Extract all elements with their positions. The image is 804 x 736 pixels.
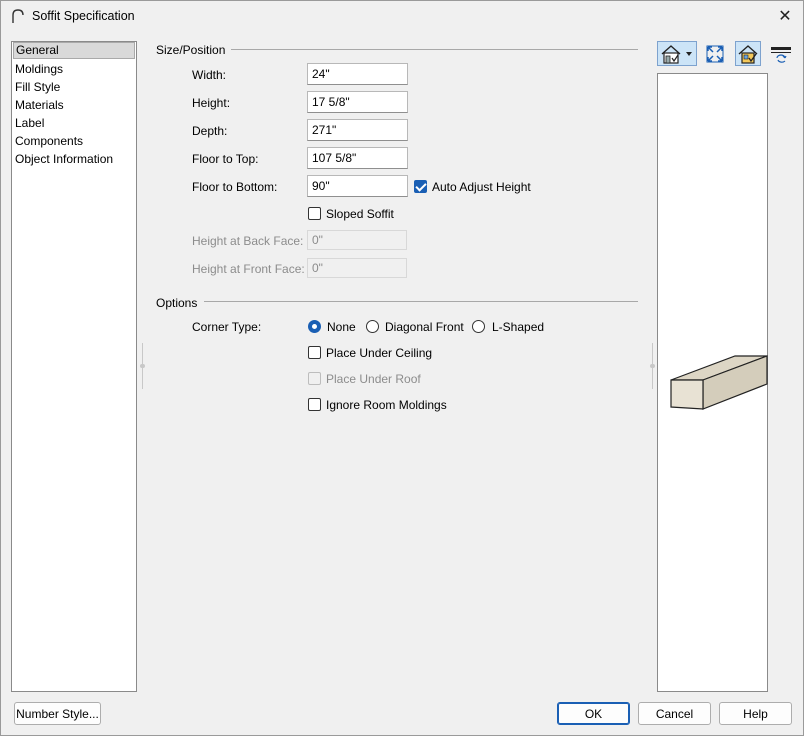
corner-type-l-shaped-label[interactable]: L-Shaped bbox=[492, 320, 544, 334]
depth-label: Depth: bbox=[192, 124, 228, 138]
auto-adjust-height-checkbox[interactable] bbox=[414, 180, 427, 193]
sloped-soffit-label[interactable]: Sloped Soffit bbox=[326, 207, 394, 221]
ignore-room-moldings-label[interactable]: Ignore Room Moldings bbox=[326, 398, 447, 412]
sidebar-item-moldings[interactable]: Moldings bbox=[13, 61, 135, 78]
sidebar-item-label[interactable]: Label bbox=[13, 115, 135, 132]
corner-type-none-radio[interactable] bbox=[308, 320, 321, 333]
place-under-roof-checkbox bbox=[308, 372, 321, 385]
soffit-specification-dialog: Soffit Specification ✕ General Moldings … bbox=[0, 0, 804, 736]
sidebar-item-general[interactable]: General bbox=[13, 42, 135, 59]
sidebar-item-object-information[interactable]: Object Information bbox=[13, 151, 135, 168]
view-angle-icon bbox=[661, 44, 692, 64]
window-title: Soffit Specification bbox=[32, 9, 135, 23]
category-list: General Moldings Fill Style Materials La… bbox=[11, 41, 137, 692]
height-back-face-field: 0" bbox=[307, 230, 407, 250]
height-field[interactable]: 17 5/8" bbox=[307, 91, 408, 113]
corner-type-label: Corner Type: bbox=[192, 320, 262, 334]
height-front-face-label: Height at Front Face: bbox=[192, 262, 305, 276]
right-splitter-handle[interactable] bbox=[650, 343, 655, 389]
cancel-button[interactable]: Cancel bbox=[638, 702, 711, 725]
left-splitter-handle[interactable] bbox=[140, 343, 145, 389]
floor-to-top-label: Floor to Top: bbox=[192, 152, 259, 166]
help-button[interactable]: Help bbox=[719, 702, 792, 725]
color-house-icon bbox=[738, 44, 758, 64]
close-icon: ✕ bbox=[778, 8, 792, 25]
color-house-button[interactable] bbox=[735, 41, 761, 66]
sidebar-item-fill-style[interactable]: Fill Style bbox=[13, 79, 135, 96]
preview-pane[interactable] bbox=[657, 73, 768, 692]
width-field[interactable]: 24" bbox=[307, 63, 408, 85]
size-position-divider bbox=[231, 49, 638, 50]
fit-view-button[interactable] bbox=[703, 41, 727, 66]
sidebar-item-materials[interactable]: Materials bbox=[13, 97, 135, 114]
options-divider bbox=[204, 301, 638, 302]
size-position-heading: Size/Position bbox=[156, 43, 226, 57]
render-style-button[interactable] bbox=[768, 41, 794, 66]
soffit-preview-3d bbox=[670, 355, 768, 410]
depth-field[interactable]: 271" bbox=[307, 119, 408, 141]
place-under-ceiling-checkbox[interactable] bbox=[308, 346, 321, 359]
view-angle-button[interactable] bbox=[657, 41, 697, 66]
floor-to-top-field[interactable]: 107 5/8" bbox=[307, 147, 408, 169]
corner-type-diagonal-front-radio[interactable] bbox=[366, 320, 379, 333]
arch-app-icon bbox=[12, 9, 24, 23]
fit-view-icon bbox=[706, 45, 724, 62]
width-label: Width: bbox=[192, 68, 227, 82]
close-button[interactable]: ✕ bbox=[773, 5, 797, 27]
number-style-button[interactable]: Number Style... bbox=[14, 702, 101, 725]
height-front-face-field: 0" bbox=[307, 258, 407, 278]
ignore-room-moldings-checkbox[interactable] bbox=[308, 398, 321, 411]
sloped-soffit-checkbox[interactable] bbox=[308, 207, 321, 220]
floor-to-bottom-label: Floor to Bottom: bbox=[192, 180, 278, 194]
place-under-ceiling-label[interactable]: Place Under Ceiling bbox=[326, 346, 432, 360]
corner-type-l-shaped-radio[interactable] bbox=[472, 320, 485, 333]
corner-type-diagonal-front-label[interactable]: Diagonal Front bbox=[385, 320, 464, 334]
ok-button[interactable]: OK bbox=[557, 702, 630, 725]
height-label: Height: bbox=[192, 96, 231, 110]
render-style-icon bbox=[771, 46, 791, 63]
auto-adjust-height-label[interactable]: Auto Adjust Height bbox=[432, 180, 531, 194]
sidebar-item-components[interactable]: Components bbox=[13, 133, 135, 150]
place-under-roof-label: Place Under Roof bbox=[326, 372, 421, 386]
floor-to-bottom-field[interactable]: 90" bbox=[307, 175, 408, 197]
options-heading: Options bbox=[156, 296, 198, 310]
corner-type-none-label[interactable]: None bbox=[327, 320, 356, 334]
height-back-face-label: Height at Back Face: bbox=[192, 234, 304, 248]
title-bar: Soffit Specification ✕ bbox=[1, 1, 803, 32]
